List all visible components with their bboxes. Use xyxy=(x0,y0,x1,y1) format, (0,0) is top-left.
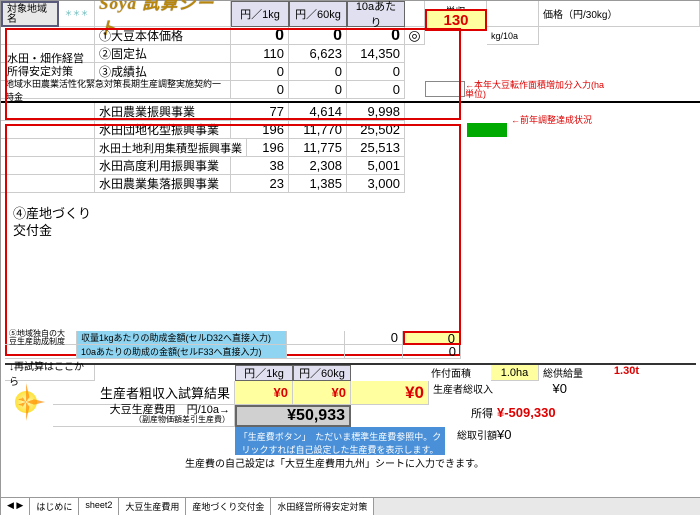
row2-v3: 14,350 xyxy=(347,45,405,63)
green-bar xyxy=(467,123,507,137)
gross-label: 生産者粗収入試算結果 xyxy=(53,381,235,405)
note2: ←前年調整達成状況 xyxy=(511,113,592,126)
recalc-label: ↓再試算はここから xyxy=(5,365,95,381)
self-note: 生産費の自己設定は「大豆生産費用九州」シートに入力できます。 xyxy=(185,455,484,471)
row3-v1: 0 xyxy=(231,63,289,81)
gross-v2: ¥0 xyxy=(293,381,351,405)
tab-sanchi[interactable]: 産地づくり交付金 xyxy=(186,498,271,515)
col-yen-1kg: 円／1kg xyxy=(231,1,289,27)
bcol2: 円／60kg xyxy=(293,365,351,381)
row7-v3: 25,513 xyxy=(347,139,405,157)
col-yen-60kg: 円／60kg xyxy=(289,1,347,27)
row7-label: 水田土地利用集積型振興事業 xyxy=(95,139,247,157)
row1-label: ①大豆本体価格 xyxy=(95,27,231,45)
row9-v1: 23 xyxy=(231,175,289,193)
row5-v3: 9,998 xyxy=(347,103,405,121)
tab-suiden[interactable]: 水田経営所得安定対策 xyxy=(271,498,374,515)
row1-v3: 0 xyxy=(347,27,405,45)
row7-v1: 196 xyxy=(247,139,289,157)
row7-v2: 11,775 xyxy=(289,139,347,157)
cost-sub: （副産物価額差引生産費） xyxy=(134,416,230,424)
deduct-value: ¥0 xyxy=(497,427,587,455)
row5-v1: 77 xyxy=(231,103,289,121)
blue-message-button[interactable]: 「生産費ボタン」 ただいま標準生産費参照中。クリックすれば自己設定した生産費を表… xyxy=(235,427,445,455)
total-rev-label: 生産者総収入 xyxy=(429,381,497,405)
row2-v1: 110 xyxy=(231,45,289,63)
row1-v2: 0 xyxy=(289,27,347,45)
price-label: 価格（円/30kg） xyxy=(539,1,700,27)
stars-cell: ＊＊＊ xyxy=(59,1,95,27)
tab-cost[interactable]: 大豆生産費用 xyxy=(119,498,186,515)
row8-v2: 2,308 xyxy=(289,157,347,175)
area-value[interactable]: 1.0ha xyxy=(491,365,539,381)
row4-v2: 0 xyxy=(289,81,347,99)
sun-icon[interactable] xyxy=(7,383,45,421)
unit-yield-unit: kg/10a xyxy=(487,27,539,45)
total-yield-value: 1.30t xyxy=(589,365,639,381)
row6-v3: 25,502 xyxy=(347,121,405,139)
row4-v3: 0 xyxy=(347,81,405,99)
income-value: ¥-509,330 xyxy=(497,405,587,427)
gross-v3: ¥0 xyxy=(351,381,429,405)
double-circle-icon: ◎ xyxy=(405,27,425,45)
row5-v2: 4,614 xyxy=(289,103,347,121)
row6-v1: 196 xyxy=(231,121,289,139)
gross-v1: ¥0 xyxy=(235,381,293,405)
row9-v3: 3,000 xyxy=(347,175,405,193)
total-yield-label: 総供給量 xyxy=(539,365,589,381)
bcol1: 円／1kg xyxy=(235,365,293,381)
row1-v1[interactable]: 0 xyxy=(231,27,289,45)
row10-side: ⑤地域独自の大豆生産助成制度 xyxy=(5,331,77,345)
row8-v3: 5,001 xyxy=(347,157,405,175)
income-label: 所得 xyxy=(429,405,497,427)
row4-v1: 0 xyxy=(231,81,289,99)
row3-v3: 0 xyxy=(347,63,405,81)
tab-intro[interactable]: はじめに xyxy=(30,498,79,515)
side-label-text: 水田・畑作経営所得安定対策 xyxy=(7,53,93,79)
row9-label: 水田農業集落振興事業 xyxy=(95,175,231,193)
row6-label: 水田団地化型振興事業 xyxy=(95,121,231,139)
row4-label: 地域水田農業活性化緊急対策長期生産調整実施契約一時金 xyxy=(1,81,231,99)
tab-nav[interactable]: ◀ ▶ xyxy=(1,498,30,515)
sheet-title: Soya 試算シート xyxy=(95,1,231,27)
row10-v3[interactable]: 0 xyxy=(403,331,461,345)
sheet-tabs[interactable]: ◀ ▶ はじめに sheet2 大豆生産費用 産地づくり交付金 水田経営所得安定… xyxy=(1,497,700,515)
row2-v2: 6,623 xyxy=(289,45,347,63)
row10-lbl2: 10aあたりの助成の金額(セルF33へ直接入力) xyxy=(77,345,287,359)
area-label: 作付面積 xyxy=(431,365,491,381)
row6-v2: 11,770 xyxy=(289,121,347,139)
cost-value: ¥50,933 xyxy=(235,405,351,427)
col-10a: 10aあたり xyxy=(347,1,405,27)
row8-label: 水田高度利用振興事業 xyxy=(95,157,231,175)
row10-lbl1: 収量1kgあたりの助成金額(セルD32へ直接入力) xyxy=(77,331,287,345)
row10-v2[interactable]: 0 xyxy=(403,345,461,359)
row5-label: 水田農業振興事業 xyxy=(95,103,231,121)
total-rev-value: ¥0 xyxy=(497,381,567,405)
row10-v1[interactable]: 0 xyxy=(345,331,403,345)
note1: ←本年大豆転作面積増加分入力(ha単位) xyxy=(465,81,605,99)
tab-sheet2[interactable]: sheet2 xyxy=(79,498,119,515)
deduct-label: 総取引額 xyxy=(445,427,497,455)
row3-v2: 0 xyxy=(289,63,347,81)
input-box-1[interactable] xyxy=(425,81,465,97)
row8-v1: 38 xyxy=(231,157,289,175)
target-area-label: 対象地域名 xyxy=(1,1,59,27)
section4-label: ④産地づくり交付金 xyxy=(13,206,93,240)
row2-label: ②固定払 xyxy=(95,45,231,63)
unit-yield-input[interactable]: 130 xyxy=(425,9,487,31)
row9-v2: 1,385 xyxy=(289,175,347,193)
